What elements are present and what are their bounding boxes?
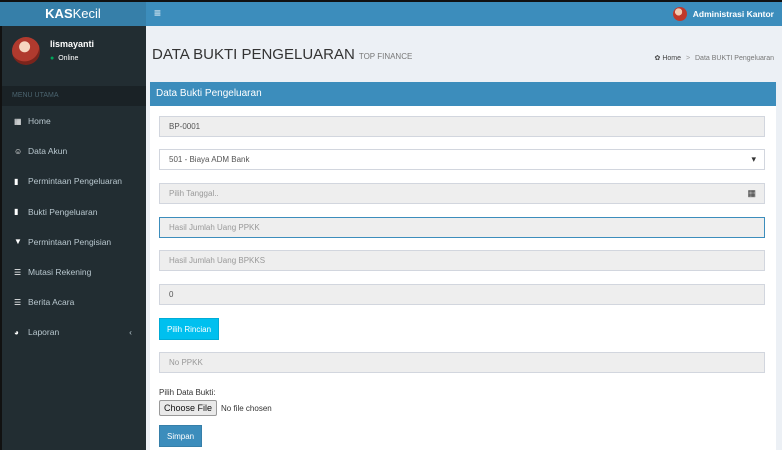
avatar — [12, 37, 40, 65]
user-avatar-icon — [672, 7, 687, 21]
sidebar: lismayanti ● Online MENU UTAMA ▦ Home ☺ Da… — [0, 26, 146, 450]
hamburger-icon[interactable]: ≡ — [154, 5, 161, 21]
form-box: Data Bukti Pengeluaran BP-0001 501 - Bia… — [150, 82, 776, 450]
akun-select[interactable]: 501 - Biaya ADM Bank ▾ — [159, 149, 765, 170]
total-field[interactable]: 0 — [159, 284, 765, 305]
table-icon: ☰ — [14, 297, 22, 307]
top-header: KASKecil ≡ Administrasi Kantor — [0, 0, 782, 26]
breadcrumb-separator: > — [685, 55, 691, 62]
bpkks-amount-field[interactable]: Hasil Jumlah Uang BPKKS — [159, 250, 765, 271]
pilih-rincian-button[interactable]: Pilih Rincian — [159, 318, 220, 340]
dropdown-arrow-icon: ▾ — [751, 154, 756, 164]
user-menu[interactable]: Administrasi Kantor — [672, 5, 774, 23]
page-subtitle: TOP FINANCE — [358, 52, 413, 61]
file-status: No file chosen — [221, 403, 272, 413]
sidebar-item-berita-acara[interactable]: ☰ Berita Acara — [2, 287, 146, 317]
online-dot-icon: ● — [50, 55, 55, 62]
sidebar-menu: ▦ Home ☺ Data Akun ▮ Permintaan Pengeluaran… — [2, 106, 146, 348]
brand-logo[interactable]: KASKecil — [0, 0, 146, 26]
sidebar-item-bukti-pengeluaran[interactable]: ▮ Bukti Pengeluaran — [2, 197, 146, 227]
dashboard-icon: ✿ — [654, 55, 661, 62]
no-ppkk-field[interactable]: No PPKK — [159, 352, 765, 373]
box-title: Data Bukti Pengeluaran — [150, 82, 776, 106]
sidebar-item-data-akun[interactable]: ☺ Data Akun — [2, 136, 146, 166]
sidebar-item-permintaan-pengeluaran[interactable]: ▮ Permintaan Pengeluaran — [2, 166, 146, 196]
user-panel: lismayanti ● Online — [2, 26, 146, 80]
user-menu-label: Administrasi Kantor — [692, 9, 774, 19]
page-title: DATA BUKTI PENGELUARAN TOP FINANCE — [152, 46, 413, 63]
content-wrapper: DATA BUKTI PENGELUARAN TOP FINANCE ✿ Home… — [146, 26, 782, 450]
menu-header: MENU UTAMA — [2, 86, 146, 106]
save-button[interactable]: Simpan — [159, 425, 203, 447]
sidebar-item-mutasi-rekening[interactable]: ☰ Mutasi Rekening — [2, 257, 146, 287]
breadcrumb-home[interactable]: Home — [662, 55, 681, 62]
sidebar-item-permintaan-pengisian[interactable]: ▼ Permintaan Pengisian — [2, 227, 146, 257]
navbar: ≡ Administrasi Kantor — [146, 0, 782, 26]
file-label: Pilih Data Bukti: — [159, 388, 216, 397]
user-status: ● Online — [50, 55, 79, 62]
calendar-icon[interactable]: ▦ — [747, 184, 756, 203]
chevron-left-icon: ‹ — [129, 327, 132, 338]
table-icon: ☰ — [14, 267, 22, 277]
filter-icon: ▼ — [14, 237, 22, 247]
breadcrumb: ✿ Home > Data BUKTI Pengeluaran — [654, 54, 774, 62]
grid-icon: ▦ — [14, 116, 22, 126]
users-icon: ☺ — [14, 146, 23, 156]
pie-chart-icon: ◕ — [14, 327, 19, 337]
choose-file-button[interactable]: Choose File — [159, 400, 218, 416]
user-name: lismayanti — [50, 39, 95, 49]
ppkk-amount-field[interactable]: Hasil Jumlah Uang PPKK — [159, 217, 765, 238]
breadcrumb-current: Data BUKTI Pengeluaran — [695, 55, 774, 62]
nomor-field[interactable]: BP-0001 — [159, 116, 765, 137]
file-input: Choose File No file chosen — [159, 400, 272, 416]
sidebar-item-home[interactable]: ▦ Home — [2, 106, 146, 136]
book-icon: ▮ — [14, 176, 19, 186]
sidebar-item-laporan[interactable]: ◕ Laporan ‹ — [2, 317, 146, 347]
book-icon: ▮ — [14, 207, 19, 217]
tanggal-input[interactable]: Pilih Tanggal.. ▦ — [159, 183, 765, 204]
